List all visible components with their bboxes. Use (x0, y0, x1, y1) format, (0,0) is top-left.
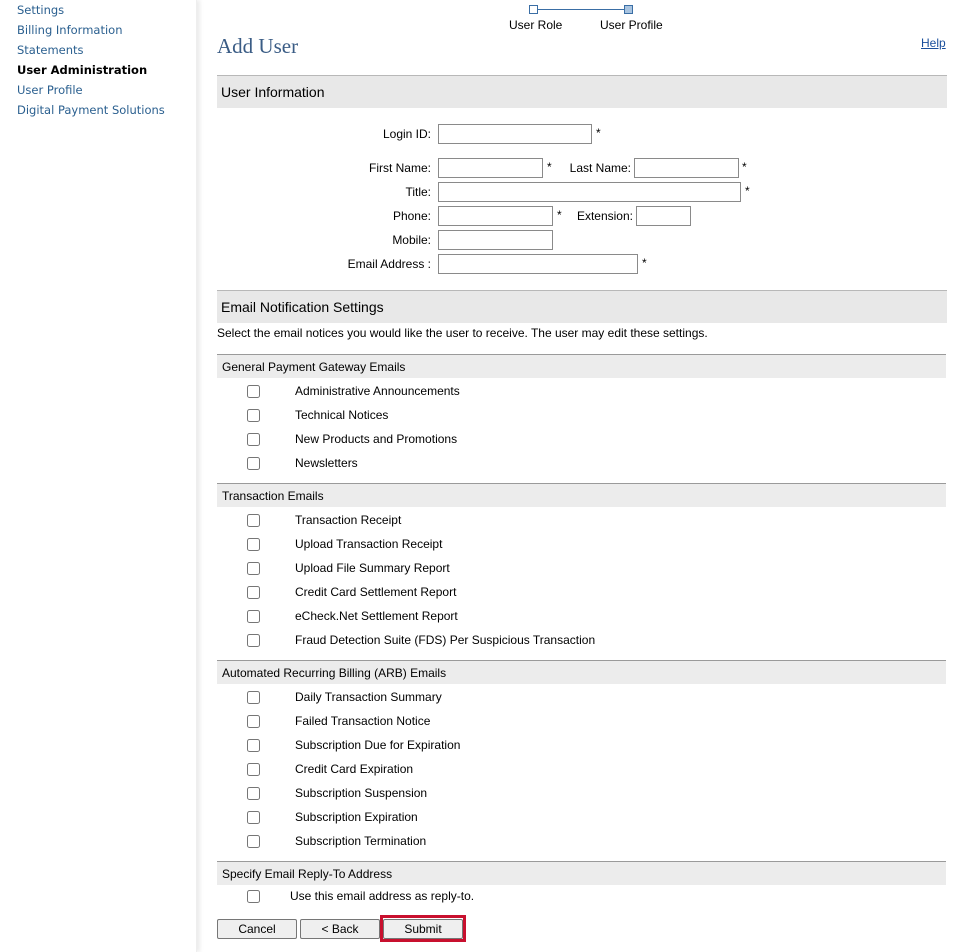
cancel-button[interactable]: Cancel (217, 919, 297, 939)
email-settings-description: Select the email notices you would like … (217, 326, 708, 340)
arb-emails-header: Automated Recurring Billing (ARB) Emails (217, 660, 946, 684)
phone-required: * (557, 208, 562, 222)
checkbox-upload-transaction-receipt[interactable] (247, 538, 260, 551)
sidebar-item-digital-payment-solutions[interactable]: Digital Payment Solutions (17, 103, 165, 117)
sidebar-item-user-profile[interactable]: User Profile (17, 83, 83, 97)
sidebar-item-statements[interactable]: Statements (17, 43, 84, 57)
first-name-required: * (547, 160, 552, 174)
email-address-input[interactable] (438, 254, 638, 274)
first-name-input[interactable] (438, 158, 543, 178)
checkbox-upload-file-summary-report[interactable] (247, 562, 260, 575)
sidebar-item-user-administration[interactable]: User Administration (17, 63, 147, 77)
label-failed-transaction-notice: Failed Transaction Notice (295, 714, 431, 728)
sidebar-item-billing-information[interactable]: Billing Information (17, 23, 122, 37)
user-information-header: User Information (217, 75, 947, 108)
label-credit-card-expiration: Credit Card Expiration (295, 762, 414, 776)
label-newsletters: Newsletters (295, 456, 358, 470)
title-required: * (745, 184, 750, 198)
checkbox-subscription-expiration[interactable] (247, 811, 260, 824)
label-fraud-detection-suite: Fraud Detection Suite (FDS) Per Suspicio… (295, 633, 596, 647)
checkbox-newsletters[interactable] (247, 457, 260, 470)
label-echeck-net-settlement-report: eCheck.Net Settlement Report (295, 609, 458, 623)
checkbox-use-as-reply-to[interactable] (247, 890, 260, 903)
checkbox-new-products-and-promotions[interactable] (247, 433, 260, 446)
mobile-label: Mobile: (392, 233, 431, 247)
back-button[interactable]: < Back (300, 919, 380, 939)
mobile-input[interactable] (438, 230, 553, 250)
last-name-required: * (742, 160, 747, 174)
checkbox-administrative-announcements[interactable] (247, 385, 260, 398)
checkbox-technical-notices[interactable] (247, 409, 260, 422)
last-name-input[interactable] (634, 158, 739, 178)
checkbox-fraud-detection-suite[interactable] (247, 634, 260, 647)
label-use-as-reply-to: Use this email address as reply-to. (290, 889, 475, 903)
last-name-label: Last Name: (569, 161, 631, 175)
label-upload-transaction-receipt: Upload Transaction Receipt (295, 537, 443, 551)
label-new-products-and-promotions: New Products and Promotions (295, 432, 458, 446)
label-administrative-announcements: Administrative Announcements (295, 384, 460, 398)
label-daily-transaction-summary: Daily Transaction Summary (295, 690, 442, 704)
checkbox-daily-transaction-summary[interactable] (247, 691, 260, 704)
checkbox-subscription-termination[interactable] (247, 835, 260, 848)
sidebar: Settings Billing Information Statements … (0, 0, 197, 952)
help-link[interactable]: Help (921, 36, 946, 50)
step-connector (538, 9, 624, 10)
checkbox-echeck-net-settlement-report[interactable] (247, 610, 260, 623)
step-user-profile-marker (624, 5, 633, 14)
extension-input[interactable] (636, 206, 691, 226)
first-name-label: First Name: (368, 161, 431, 175)
email-address-required: * (642, 256, 647, 270)
transaction-emails-header: Transaction Emails (217, 483, 946, 507)
label-technical-notices: Technical Notices (295, 408, 389, 422)
title-label: Title: (405, 185, 431, 199)
reply-to-address-header: Specify Email Reply-To Address (217, 861, 946, 885)
checkbox-credit-card-expiration[interactable] (247, 763, 260, 776)
checkbox-failed-transaction-notice[interactable] (247, 715, 260, 728)
step-user-role-label: User Role (509, 18, 563, 32)
label-subscription-termination: Subscription Termination (295, 834, 427, 848)
step-user-profile-label: User Profile (600, 18, 663, 32)
label-transaction-receipt: Transaction Receipt (295, 513, 402, 527)
phone-label: Phone: (392, 209, 431, 223)
extension-label: Extension: (576, 209, 633, 223)
email-address-label: Email Address : (347, 257, 431, 271)
login-id-label: Login ID: (382, 127, 431, 141)
label-subscription-due-for-expiration: Subscription Due for Expiration (295, 738, 461, 752)
page-title: Add User (217, 34, 299, 58)
step-user-role-marker (529, 5, 538, 14)
general-payment-gateway-emails-header: General Payment Gateway Emails (217, 354, 946, 378)
checkbox-credit-card-settlement-report[interactable] (247, 586, 260, 599)
email-notification-settings-header: Email Notification Settings (217, 290, 947, 323)
title-input[interactable] (438, 182, 741, 202)
sidebar-item-settings[interactable]: Settings (17, 3, 64, 17)
checkbox-subscription-suspension[interactable] (247, 787, 260, 800)
phone-input[interactable] (438, 206, 553, 226)
checkbox-subscription-due-for-expiration[interactable] (247, 739, 260, 752)
label-subscription-suspension: Subscription Suspension (295, 786, 428, 800)
login-id-required: * (596, 126, 601, 140)
login-id-input[interactable] (438, 124, 592, 144)
label-subscription-expiration: Subscription Expiration (295, 810, 418, 824)
submit-button[interactable]: Submit (383, 919, 463, 939)
label-upload-file-summary-report: Upload File Summary Report (295, 561, 450, 575)
label-credit-card-settlement-report: Credit Card Settlement Report (295, 585, 457, 599)
checkbox-transaction-receipt[interactable] (247, 514, 260, 527)
